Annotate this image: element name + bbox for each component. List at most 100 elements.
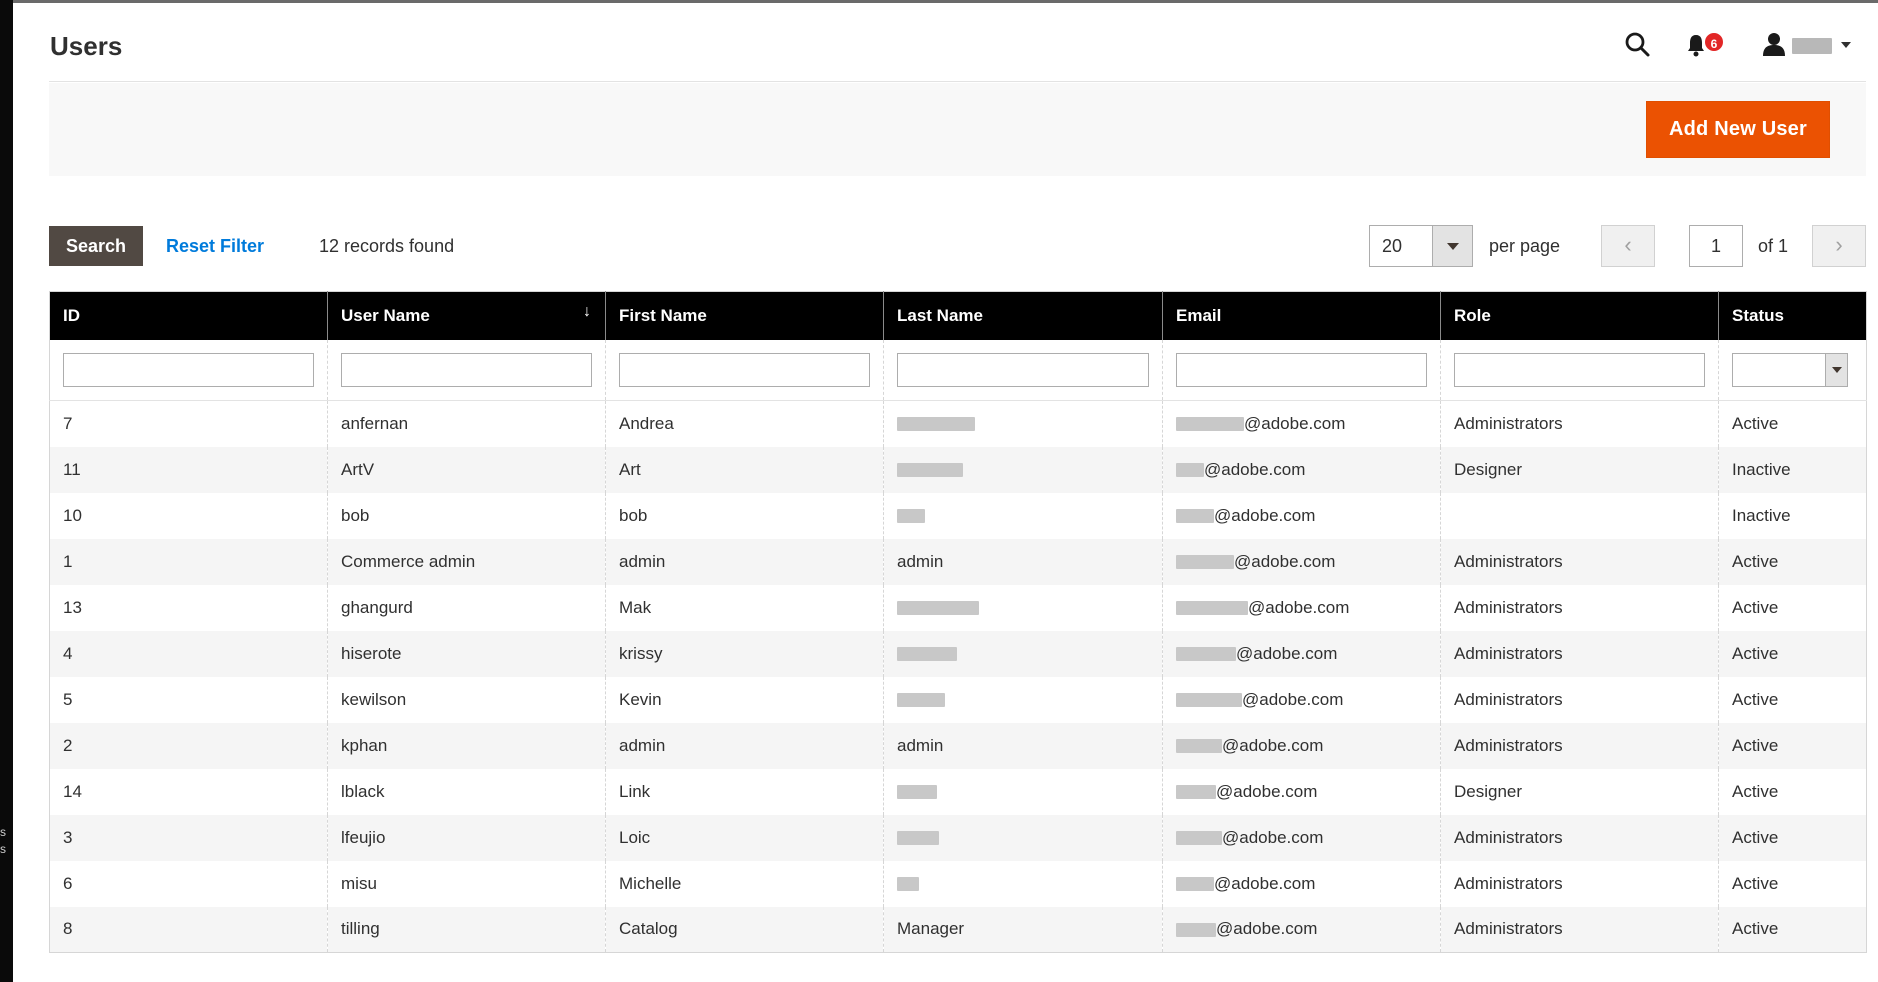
filter-cell [883, 339, 1163, 401]
cell-email: @adobe.com [1162, 860, 1441, 907]
user-icon [1762, 32, 1786, 61]
cell-role: Designer [1440, 768, 1719, 815]
table-row[interactable]: 2 kphan admin admin @adobe.com Administrators… [49, 722, 1867, 769]
column-header-status[interactable]: Status [1718, 291, 1867, 340]
redacted-last-name [897, 693, 945, 708]
cell-status: Active [1718, 584, 1867, 631]
account-menu[interactable] [1758, 30, 1862, 60]
cell-user-name: hiserote [327, 630, 606, 677]
cell-user-name: tilling [327, 906, 606, 953]
filter-cell [1162, 339, 1441, 401]
cell-first-name: Michelle [605, 860, 884, 907]
cell-last-name: Manager [883, 906, 1163, 953]
chevron-down-icon [1841, 42, 1851, 48]
notifications-button[interactable]: 6 [1686, 30, 1726, 60]
redacted-email-local-part [1176, 693, 1242, 708]
users-page: Users 6 Add New User Search Reset Filter… [49, 0, 1867, 953]
search-icon[interactable] [1624, 30, 1652, 60]
filter-cell [1718, 339, 1867, 401]
filter-id-input[interactable] [63, 352, 314, 387]
table-row[interactable]: 5 kewilson Kevin @adobe.com Administrators Ac… [49, 676, 1867, 723]
left-edge-strip: s s [0, 0, 13, 982]
cell-last-name [883, 676, 1163, 723]
current-page-input[interactable] [1689, 225, 1743, 267]
next-page-button[interactable]: › [1812, 225, 1866, 267]
cell-role: Administrators [1440, 814, 1719, 861]
redacted-email-local-part [1176, 555, 1234, 570]
cell-status: Active [1718, 860, 1867, 907]
filter-last-name-input[interactable] [897, 352, 1149, 387]
table-row[interactable]: 10 bob bob @adobe.com Inactive [49, 492, 1867, 539]
redacted-last-name [897, 831, 939, 846]
cell-email: @adobe.com [1162, 906, 1441, 953]
cell-email: @adobe.com [1162, 814, 1441, 861]
redacted-last-name [897, 601, 979, 616]
cell-last-name: admin [883, 538, 1163, 585]
column-header-first-name[interactable]: First Name [605, 291, 884, 340]
email-domain: @adobe.com [1244, 413, 1346, 433]
previous-page-button[interactable]: ‹ [1601, 225, 1655, 267]
email-domain: @adobe.com [1234, 551, 1336, 571]
cell-id: 5 [49, 676, 328, 723]
cell-first-name: bob [605, 492, 884, 539]
column-header-id[interactable]: ID [49, 291, 328, 340]
cell-role: Administrators [1440, 400, 1719, 447]
table-row[interactable]: 4 hiserote krissy @adobe.com Administrators A… [49, 630, 1867, 677]
chevron-right-icon: › [1835, 232, 1843, 257]
filter-cell [605, 339, 884, 401]
cell-role: Designer [1440, 446, 1719, 493]
table-row[interactable]: 7 anfernan Andrea @adobe.com Administrators A… [49, 400, 1867, 447]
filter-cell [49, 339, 328, 401]
cell-status: Active [1718, 676, 1867, 723]
table-row[interactable]: 6 misu Michelle @adobe.com Administrators Act… [49, 860, 1867, 907]
notifications-count-badge: 6 [1703, 31, 1725, 53]
cell-email: @adobe.com [1162, 400, 1441, 447]
cell-email: @adobe.com [1162, 492, 1441, 539]
chevron-down-icon [1825, 353, 1847, 386]
cell-status: Active [1718, 906, 1867, 953]
add-new-user-button[interactable]: Add New User [1646, 101, 1830, 158]
redacted-last-name [897, 509, 925, 524]
column-header-email[interactable]: Email [1162, 291, 1441, 340]
filter-user-name-input[interactable] [341, 352, 592, 387]
filter-first-name-input[interactable] [619, 352, 870, 387]
table-row[interactable]: 1 Commerce admin admin admin @adobe.com Admin… [49, 538, 1867, 585]
table-row[interactable]: 8 tilling Catalog Manager @adobe.com Administ… [49, 906, 1867, 953]
cell-user-name: kewilson [327, 676, 606, 723]
grid-header-row: ID User Name ↓ First Name Last Name Emai… [49, 291, 1867, 340]
filter-status-select[interactable] [1732, 352, 1848, 387]
left-edge-fragment: s [0, 842, 6, 856]
column-header-last-name[interactable]: Last Name [883, 291, 1163, 340]
column-header-user-name[interactable]: User Name ↓ [327, 291, 606, 340]
table-row[interactable]: 14 lblack Link @adobe.com Designer Active [49, 768, 1867, 815]
redacted-last-name [897, 877, 919, 892]
cell-email: @adobe.com [1162, 768, 1441, 815]
cell-id: 4 [49, 630, 328, 677]
cell-role: Administrators [1440, 906, 1719, 953]
table-row[interactable]: 11 ArtV Art @adobe.com Designer Inactive [49, 446, 1867, 493]
cell-first-name: Mak [605, 584, 884, 631]
cell-id: 8 [49, 906, 328, 953]
cell-id: 7 [49, 400, 328, 447]
per-page-select[interactable]: 20 [1369, 225, 1473, 267]
email-domain: @adobe.com [1248, 597, 1350, 617]
filter-email-input[interactable] [1176, 352, 1427, 387]
redacted-email-local-part [1176, 831, 1222, 846]
filter-role-input[interactable] [1454, 352, 1705, 387]
redacted-last-name [897, 785, 937, 800]
cell-status: Active [1718, 768, 1867, 815]
cell-email: @adobe.com [1162, 630, 1441, 677]
chevron-left-icon: ‹ [1624, 232, 1632, 257]
search-button[interactable]: Search [49, 226, 143, 266]
table-row[interactable]: 13 ghangurd Mak @adobe.com Administrators Act… [49, 584, 1867, 631]
cell-first-name: admin [605, 722, 884, 769]
cell-last-name [883, 584, 1163, 631]
cell-id: 14 [49, 768, 328, 815]
total-pages-label: of 1 [1758, 236, 1789, 256]
reset-filter-link[interactable]: Reset Filter [166, 236, 264, 257]
table-row[interactable]: 3 lfeujio Loic @adobe.com Administrators Acti… [49, 814, 1867, 861]
cell-status: Active [1718, 400, 1867, 447]
cell-id: 13 [49, 584, 328, 631]
column-header-role[interactable]: Role [1440, 291, 1719, 340]
redacted-email-local-part [1176, 785, 1216, 800]
